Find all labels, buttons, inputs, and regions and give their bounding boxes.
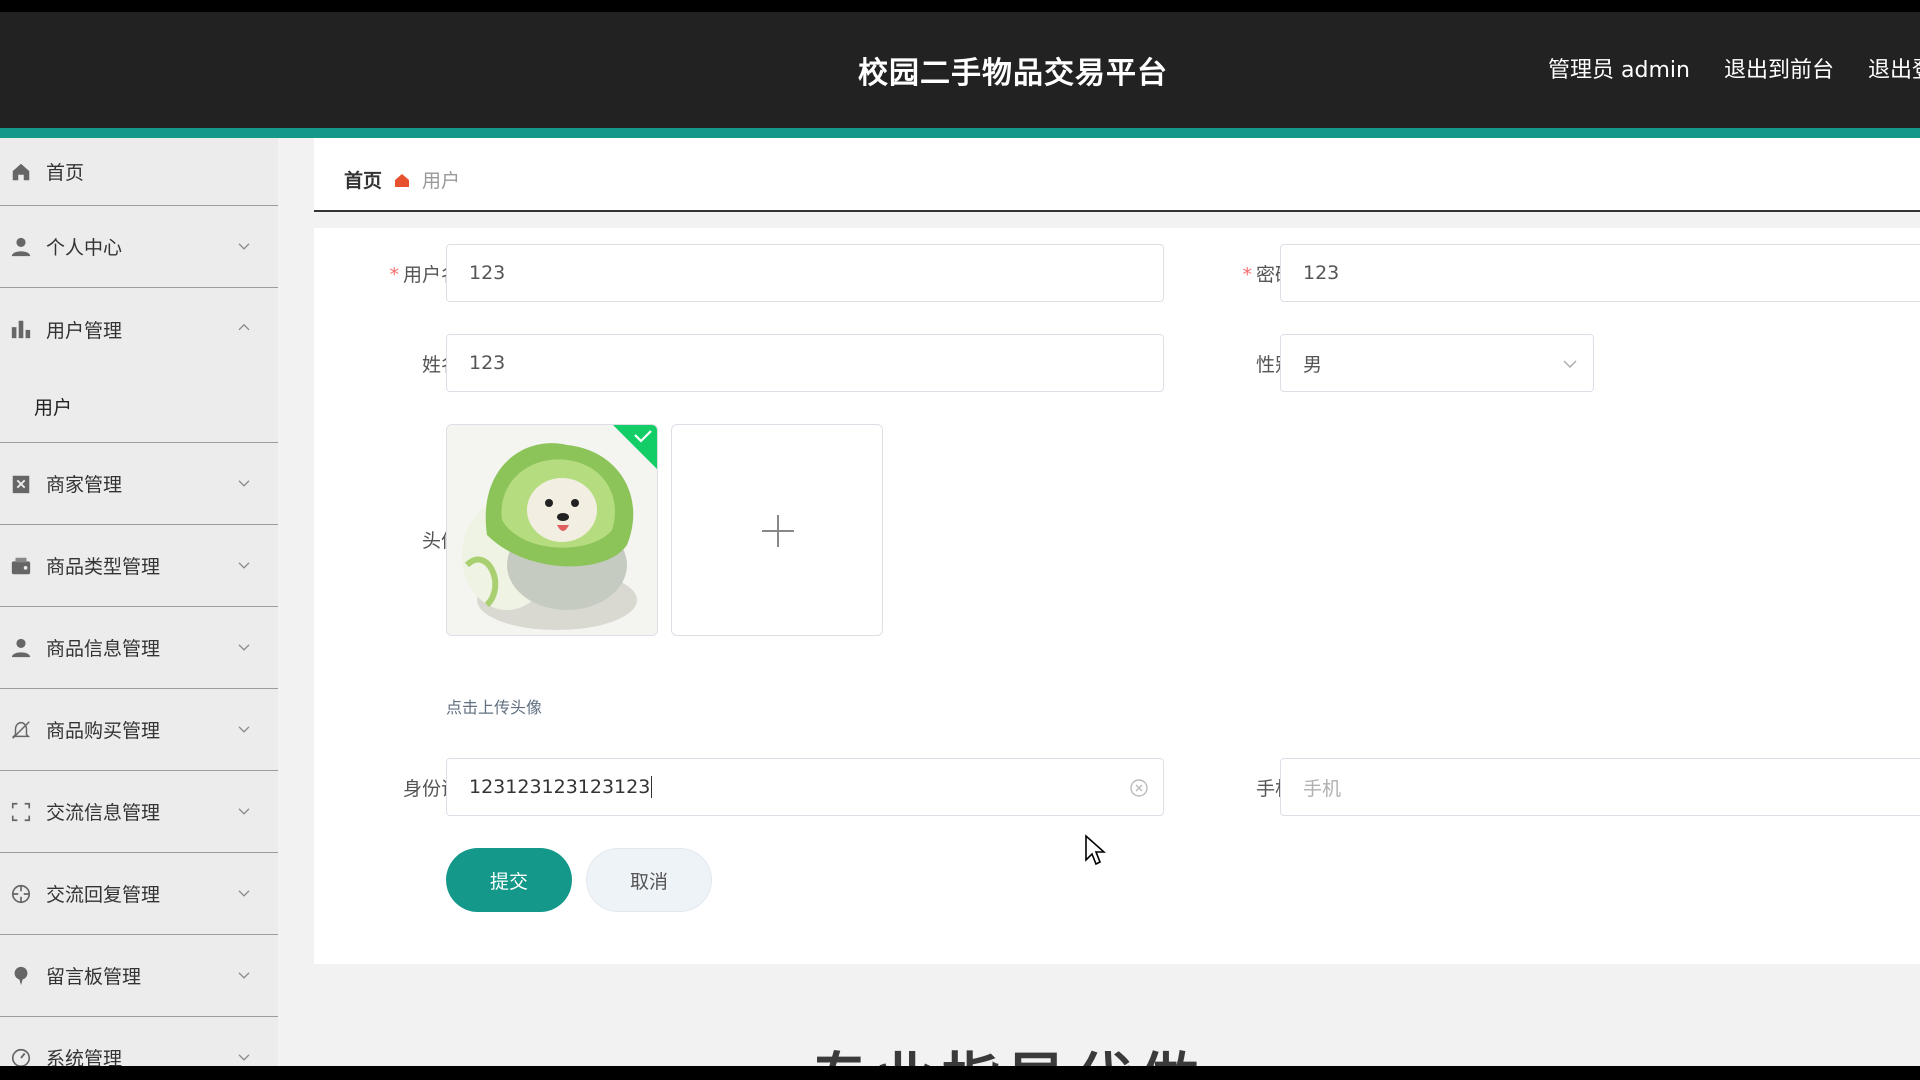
- sidebar-item-label: 商品类型管理: [46, 556, 161, 578]
- avatar-label: 头像: [421, 530, 460, 552]
- sidebar-item-label: 个人中心: [46, 237, 123, 259]
- sidebar-item-home[interactable]: 首页: [0, 138, 278, 206]
- sidebar-item-label: 交流回复管理: [46, 884, 161, 906]
- user-icon: [11, 638, 31, 657]
- gender-select[interactable]: 男: [1280, 334, 1594, 392]
- wallet-icon: [11, 557, 31, 574]
- sidebar-item-label: 商品信息管理: [46, 638, 161, 660]
- avatar-upload-button[interactable]: [671, 424, 883, 636]
- home-icon: [12, 163, 30, 180]
- top-letterbox: [0, 0, 1920, 12]
- chevron-down-icon: [238, 643, 250, 651]
- username-input[interactable]: 123: [446, 244, 1164, 302]
- phone-label: 手机: [1255, 778, 1294, 800]
- idcard-label: 身份证: [402, 778, 460, 800]
- sidebar-group-user-management: 用户管理 用户: [0, 288, 278, 443]
- breadcrumb-home[interactable]: 首页: [344, 166, 382, 193]
- user-form: * 用户名 123 * 密码 123 姓名 123 性别 男 头像 点击上传头像…: [314, 228, 1920, 964]
- password-label: * 密码: [1242, 264, 1294, 286]
- sidebar-item-message-board-management[interactable]: 留言板管理: [0, 935, 278, 1017]
- sidebar-item-label: 商家管理: [46, 474, 123, 496]
- name-input[interactable]: 123: [446, 334, 1164, 392]
- admin-user-label[interactable]: 管理员 admin: [1548, 52, 1690, 84]
- text-caret: [651, 776, 653, 798]
- idcard-input[interactable]: 123123123123123: [446, 758, 1164, 816]
- sidebar-item-exchange-info-management[interactable]: 交流信息管理: [0, 771, 278, 853]
- phone-input[interactable]: 手机: [1280, 758, 1920, 816]
- gauge-icon: [11, 1048, 31, 1066]
- sidebar-item-personal-center[interactable]: 个人中心: [0, 206, 278, 288]
- sidebar-item-goods-purchase-management[interactable]: 商品购买管理: [0, 689, 278, 771]
- chevron-up-icon: [238, 323, 250, 331]
- plus-icon: [762, 515, 794, 547]
- upload-success-icon: [613, 425, 657, 469]
- chevron-down-icon: [1563, 360, 1577, 368]
- sidebar-item-label: 商品购买管理: [46, 720, 161, 742]
- expand-icon: [11, 802, 31, 821]
- home-separator-icon: [395, 173, 410, 187]
- header-actions: 管理员 admin 退出到前台 退出登录: [1548, 52, 1920, 84]
- chevron-down-icon: [238, 725, 250, 733]
- header-accent-line: [0, 128, 1920, 138]
- sidebar-item-label: 首页: [46, 162, 85, 184]
- sidebar-item-user-management[interactable]: 用户管理: [0, 288, 278, 370]
- username-label: * 用户名: [389, 264, 460, 286]
- main-content: 首页 用户 *用户名 123 *密码 123 姓名 123 性别 男 头像: [278, 138, 1920, 1066]
- sidebar-subitem-label: 用户: [34, 396, 73, 419]
- sidebar-subitem-user[interactable]: 用户: [0, 370, 278, 442]
- sidebar: 首页 个人中心 用户管理 用户 商家管理 商品类型管理 商品信息管理 商品购买管…: [0, 138, 278, 1066]
- sidebar-item-exchange-reply-management[interactable]: 交流回复管理: [0, 853, 278, 935]
- chevron-down-icon: [238, 561, 250, 569]
- gender-label: 性别: [1255, 354, 1294, 376]
- aperture-icon: [11, 884, 31, 903]
- sidebar-item-goods-info-management[interactable]: 商品信息管理: [0, 607, 278, 689]
- password-input[interactable]: 123: [1280, 244, 1920, 302]
- sidebar-item-system-management[interactable]: 系统管理: [0, 1017, 278, 1066]
- name-label: 姓名: [421, 354, 460, 376]
- sidebar-item-label: 系统管理: [46, 1048, 123, 1066]
- breadcrumb-bar: 首页 用户: [314, 138, 1920, 212]
- cancel-button[interactable]: 取消: [586, 848, 712, 912]
- sidebar-item-label: 留言板管理: [46, 966, 142, 988]
- submit-button[interactable]: 提交: [446, 848, 572, 912]
- avatar-upload-tip: 点击上传头像: [446, 698, 543, 717]
- exit-to-front-link[interactable]: 退出到前台: [1724, 52, 1834, 84]
- bar-chart-icon: [11, 320, 31, 339]
- chevron-down-icon: [238, 807, 250, 815]
- sidebar-item-goods-type-management[interactable]: 商品类型管理: [0, 525, 278, 607]
- top-header: 校园二手物品交易平台 管理员 admin 退出到前台 退出登录: [0, 12, 1920, 128]
- sidebar-item-label: 交流信息管理: [46, 802, 161, 824]
- clipboard-icon: [12, 475, 30, 493]
- sidebar-item-label: 用户管理: [46, 319, 123, 342]
- breadcrumb: 首页 用户: [344, 166, 460, 193]
- user-icon: [11, 237, 31, 256]
- sidebar-item-merchant-management[interactable]: 商家管理: [0, 443, 278, 525]
- chevron-down-icon: [238, 889, 250, 897]
- breadcrumb-current: 用户: [422, 170, 461, 192]
- chevron-down-icon: [238, 242, 250, 250]
- avatar-preview[interactable]: [446, 424, 658, 636]
- pin-icon: [14, 966, 28, 985]
- bell-icon: [11, 720, 31, 739]
- logout-link[interactable]: 退出登录: [1868, 52, 1920, 84]
- chevron-down-icon: [238, 971, 250, 979]
- bottom-letterbox: [0, 1066, 1920, 1080]
- chevron-down-icon: [238, 1053, 250, 1061]
- chevron-down-icon: [238, 479, 250, 487]
- mouse-cursor-icon: [1085, 834, 1106, 866]
